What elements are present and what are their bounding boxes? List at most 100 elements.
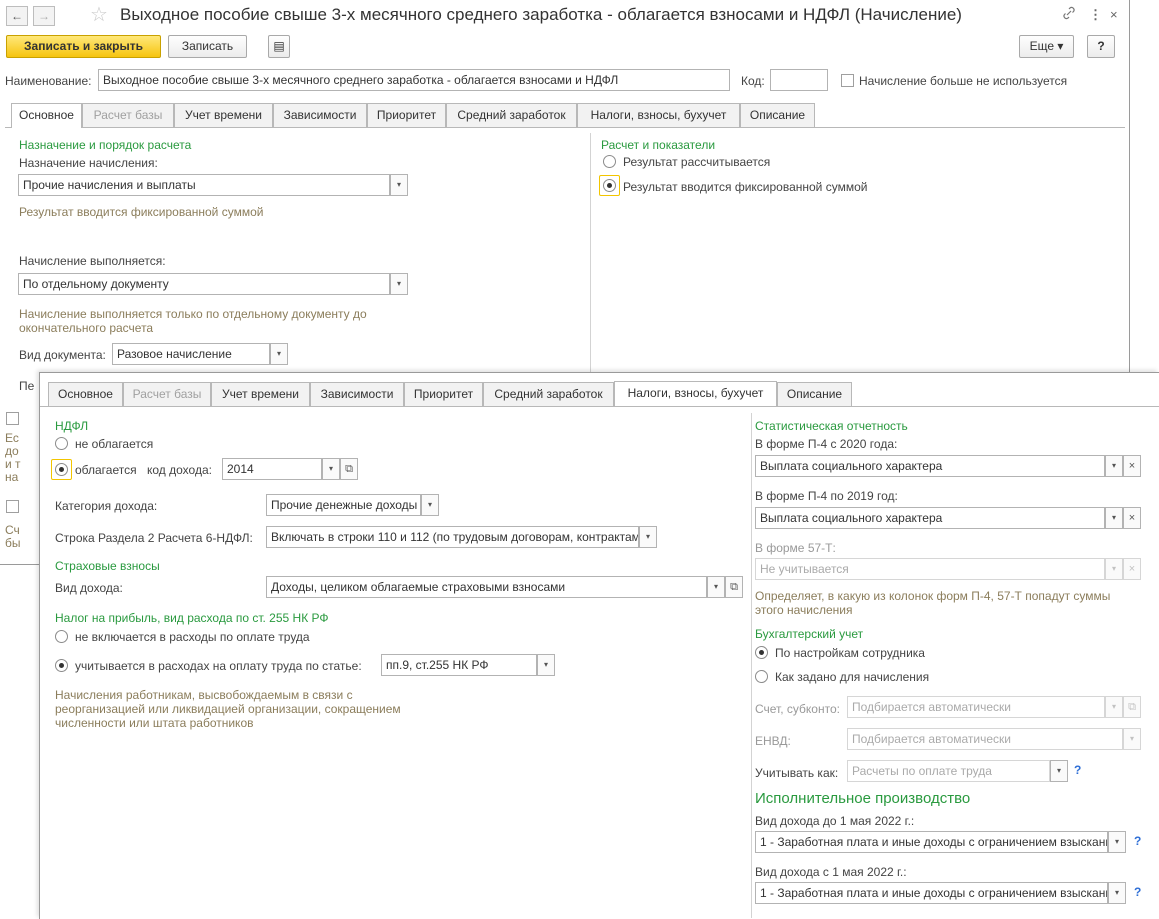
name-label: Наименование:	[5, 74, 92, 88]
tab-time-tracking[interactable]: Учет времени	[174, 103, 273, 127]
section-purpose: Назначение и порядок расчета	[19, 138, 192, 152]
tab-time-tracking[interactable]: Учет времени	[211, 382, 310, 406]
before-may-select[interactable]: 1 - Заработная плата и иные доходы с огр…	[755, 831, 1108, 853]
cut-checkbox-2[interactable]	[6, 500, 19, 513]
more-button[interactable]: Еще ▾	[1019, 35, 1074, 58]
chevron-down-icon[interactable]: ▾	[270, 343, 288, 365]
link-icon[interactable]	[1062, 6, 1076, 25]
chevron-down-icon[interactable]: ▾	[707, 576, 725, 598]
after-may-select[interactable]: 1 - Заработная плата и иные доходы с огр…	[755, 882, 1108, 904]
f57-select[interactable]: Не учитывается	[755, 558, 1105, 580]
exec-label: Начисление выполняется:	[19, 254, 166, 268]
tab-description[interactable]: Описание	[777, 382, 852, 406]
p4-2019-select[interactable]: Выплата социального характера	[755, 507, 1105, 529]
radio-calculated[interactable]	[603, 155, 616, 168]
doc-type-select[interactable]: Разовое начисление	[112, 343, 270, 365]
unused-checkbox[interactable]	[841, 74, 854, 87]
tab-taxes[interactable]: Налоги, взносы, бухучет	[614, 381, 777, 406]
tab-taxes[interactable]: Налоги, взносы, бухучет	[577, 103, 740, 127]
back-button[interactable]: ←	[6, 6, 28, 26]
section-insurance: Страховые взносы	[55, 559, 160, 573]
chevron-down-icon[interactable]: ▾	[1105, 455, 1123, 477]
favorite-star-icon[interactable]: ☆	[90, 3, 108, 27]
exec-select[interactable]: По отдельному документу	[18, 273, 390, 295]
clear-icon[interactable]: ×	[1123, 558, 1141, 580]
tab-main[interactable]: Основное	[11, 103, 82, 128]
arrow-left-icon: ←	[11, 9, 23, 23]
chevron-down-icon[interactable]: ▾	[1105, 558, 1123, 580]
section-enforcement: Исполнительное производство	[755, 790, 971, 807]
open-icon[interactable]: ⧉	[340, 458, 358, 480]
help-icon[interactable]: ?	[1134, 834, 1141, 848]
tab-main[interactable]: Основное	[48, 382, 123, 406]
clear-icon[interactable]: ×	[1123, 455, 1141, 477]
section-calc: Расчет и показатели	[601, 138, 716, 152]
chevron-down-icon[interactable]: ▾	[1108, 882, 1126, 904]
radio-acc-employee[interactable]	[755, 646, 768, 659]
radio-ndfl-taxed[interactable]	[55, 463, 68, 476]
profit-article-select[interactable]: пп.9, ст.255 НК РФ	[381, 654, 537, 676]
category-select[interactable]: Прочие денежные доходы	[266, 494, 421, 516]
save-button[interactable]: Записать	[168, 35, 247, 58]
account-select[interactable]: Подбирается автоматически	[847, 696, 1105, 718]
report-icon[interactable]: ▤	[268, 35, 290, 58]
radio-acc-employee-label: По настройкам сотрудника	[775, 646, 925, 660]
radio-profit-included[interactable]	[55, 659, 68, 672]
chevron-down-icon[interactable]: ▾	[639, 526, 657, 548]
close-icon[interactable]: ×	[1110, 6, 1118, 24]
chevron-down-icon[interactable]: ▾	[1105, 696, 1123, 718]
tab-dependencies[interactable]: Зависимости	[310, 382, 404, 406]
tab-priority[interactable]: Приоритет	[367, 103, 446, 127]
code-input[interactable]	[770, 69, 828, 91]
chevron-down-icon[interactable]: ▾	[1105, 507, 1123, 529]
chevron-down-icon[interactable]: ▾	[1108, 831, 1126, 853]
treat-as-select[interactable]: Расчеты по оплате труда	[847, 760, 1050, 782]
tab-base-calc[interactable]: Расчет базы	[82, 103, 174, 127]
radio-profit-included-label: учитывается в расходах на оплату труда п…	[75, 659, 362, 673]
radio-profit-excluded[interactable]	[55, 630, 68, 643]
radio-fixed-sum[interactable]	[603, 179, 616, 192]
forward-button[interactable]: →	[33, 6, 55, 26]
open-icon[interactable]: ⧉	[725, 576, 743, 598]
tab-base-calc[interactable]: Расчет базы	[123, 382, 211, 406]
tab-avg-earnings[interactable]: Средний заработок	[483, 382, 614, 406]
chevron-down-icon[interactable]: ▾	[322, 458, 340, 480]
chevron-down-icon[interactable]: ▾	[390, 273, 408, 295]
tab-priority[interactable]: Приоритет	[404, 382, 483, 406]
unused-label: Начисление больше не используется	[859, 74, 1068, 88]
chevron-down-icon[interactable]: ▾	[1123, 728, 1141, 750]
clear-icon[interactable]: ×	[1123, 507, 1141, 529]
name-input[interactable]: Выходное пособие свыше 3-х месячного сре…	[98, 69, 730, 91]
chevron-down-icon[interactable]: ▾	[1050, 760, 1068, 782]
tab-dependencies[interactable]: Зависимости	[273, 103, 367, 127]
tab-description[interactable]: Описание	[740, 103, 815, 127]
cut-checkbox[interactable]	[6, 412, 19, 425]
more-vert-icon[interactable]: ⋮	[1089, 6, 1102, 24]
arrow-right-icon: →	[38, 9, 50, 23]
envd-select[interactable]: Подбирается автоматически	[847, 728, 1123, 750]
open-icon[interactable]: ⧉	[1123, 696, 1141, 718]
income-code-input[interactable]: 2014	[222, 458, 322, 480]
envd-label: ЕНВД:	[755, 734, 791, 748]
p4-2020-select[interactable]: Выплата социального характера	[755, 455, 1105, 477]
insurance-income-select[interactable]: Доходы, целиком облагаемые страховыми вз…	[266, 576, 707, 598]
row6-label: Строка Раздела 2 Расчета 6-НДФЛ:	[55, 531, 253, 545]
save-and-close-button[interactable]: Записать и закрыть	[6, 35, 161, 58]
radio-acc-accrual[interactable]	[755, 670, 768, 683]
help-button[interactable]: ?	[1087, 35, 1115, 58]
section-profit-tax: Налог на прибыль, вид расхода по ст. 255…	[55, 611, 329, 625]
radio-fixed-sum-label: Результат вводится фиксированной суммой	[623, 180, 868, 194]
help-icon[interactable]: ?	[1074, 763, 1081, 777]
chevron-down-icon[interactable]: ▾	[390, 174, 408, 196]
chevron-down-icon[interactable]: ▾	[537, 654, 555, 676]
radio-calculated-label: Результат рассчитывается	[623, 155, 771, 169]
radio-ndfl-not-taxed[interactable]	[55, 437, 68, 450]
tab-avg-earnings[interactable]: Средний заработок	[446, 103, 577, 127]
purpose-select[interactable]: Прочие начисления и выплаты	[18, 174, 390, 196]
insurance-income-label: Вид дохода:	[55, 581, 123, 595]
account-label: Счет, субконто:	[755, 702, 840, 716]
help-icon[interactable]: ?	[1134, 885, 1141, 899]
row6-select[interactable]: Включать в строки 110 и 112 (по трудовым…	[266, 526, 639, 548]
chevron-down-icon[interactable]: ▾	[421, 494, 439, 516]
exec-note: Начисление выполняется только по отдельн…	[19, 307, 367, 335]
